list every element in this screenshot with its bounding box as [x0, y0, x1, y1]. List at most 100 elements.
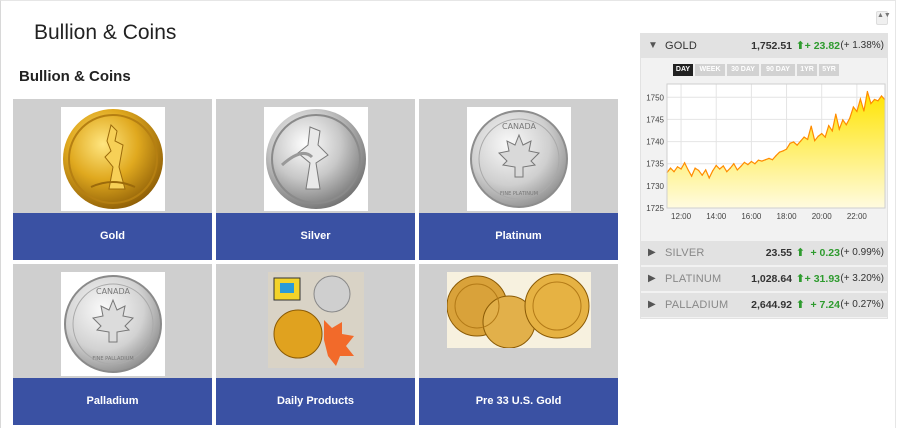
tile-daily-products[interactable]: Daily Products	[216, 264, 415, 425]
range-button-5yr[interactable]: 5YR	[819, 64, 839, 76]
price-point	[733, 163, 735, 165]
metal-name: GOLD	[665, 40, 697, 52]
price-point	[673, 171, 675, 173]
price-point	[849, 117, 851, 119]
price-point	[719, 168, 721, 170]
price-point	[852, 106, 854, 108]
metal-name: PALLADIUM	[665, 299, 729, 311]
price-point	[691, 175, 693, 177]
price-point	[726, 171, 728, 173]
expand-triangle-icon: ▶	[648, 299, 656, 310]
price-point	[736, 169, 738, 171]
tile-platinum[interactable]: CANADA FINE PLATINUM Platinum	[419, 99, 618, 260]
metal-row-platinum[interactable]: ▶ PLATINUM 1,028.64 ⬆ + 31.93 (+ 3.20%)	[641, 267, 887, 291]
price-point	[676, 166, 679, 168]
page-title: Bullion & Coins	[34, 21, 177, 44]
price-point	[782, 150, 784, 152]
tile-label: Silver	[216, 213, 415, 260]
up-arrow-icon: ⬆	[795, 247, 805, 259]
section-title: Bullion & Coins	[19, 68, 131, 85]
price-point	[757, 159, 760, 161]
tile-label: Gold	[13, 213, 212, 260]
price-point	[838, 128, 840, 130]
metal-change-percent: (+ 3.20%)	[840, 273, 884, 284]
x-tick-label: 22:00	[847, 212, 868, 221]
tile-silver[interactable]: Silver	[216, 99, 415, 260]
metal-price: 1,752.51	[751, 40, 792, 52]
price-point	[715, 164, 717, 167]
tile-gold[interactable]: Gold	[13, 99, 212, 260]
platinum-maple-leaf-coin-image: CANADA FINE PLATINUM	[466, 107, 571, 211]
price-point	[880, 95, 883, 97]
price-point	[768, 157, 770, 159]
x-tick-label: 16:00	[741, 212, 762, 221]
y-tick-label: 1740	[646, 138, 664, 147]
tile-palladium[interactable]: CANADA FINE PALLADIUM Palladium	[13, 264, 212, 425]
range-button-90day[interactable]: 90 DAY	[761, 64, 795, 76]
metal-change-percent: (+ 0.27%)	[840, 299, 884, 310]
x-tick-label: 20:00	[812, 212, 833, 221]
coin-text: CANADA	[95, 287, 130, 296]
metal-row-gold[interactable]: ▼ GOLD 1,752.51 ⬆ + 23.82 (+ 1.38%)	[641, 34, 887, 58]
price-point	[856, 110, 858, 113]
price-point	[708, 177, 710, 179]
price-point	[810, 125, 812, 127]
price-point	[859, 98, 861, 100]
price-point	[835, 113, 837, 115]
price-point	[814, 140, 816, 142]
range-button-week[interactable]: WEEK	[695, 64, 725, 76]
metal-change: + 23.82	[804, 40, 840, 52]
expand-triangle-icon: ▶	[648, 247, 656, 258]
price-point	[705, 169, 707, 171]
up-arrow-icon: ⬆	[795, 40, 805, 52]
price-point	[680, 168, 682, 170]
silver-eagle-coin-image	[263, 107, 368, 211]
metal-change-percent: (+ 0.99%)	[840, 247, 884, 258]
price-point	[722, 165, 724, 167]
y-tick-label: 1735	[646, 160, 664, 169]
metal-price: 23.55	[765, 247, 792, 259]
price-point	[743, 161, 745, 163]
range-button-day[interactable]: DAY	[673, 64, 693, 76]
price-point	[842, 119, 844, 121]
metal-change: + 0.23	[810, 247, 841, 259]
price-point	[750, 160, 752, 163]
coin-text: FINE PLATINUM	[499, 191, 537, 197]
up-arrow-icon: ⬆	[795, 299, 805, 311]
range-button-30day[interactable]: 30 DAY	[727, 64, 759, 76]
metal-change: + 7.24	[810, 299, 841, 311]
pre33-gold-coins-image	[446, 272, 591, 348]
price-point	[669, 167, 672, 169]
x-tick-label: 14:00	[706, 212, 727, 221]
y-tick-label: 1745	[646, 115, 664, 124]
price-point	[683, 162, 686, 164]
price-point	[754, 163, 756, 165]
price-point	[785, 148, 788, 150]
tile-label: Palladium	[13, 378, 212, 425]
price-point	[761, 160, 763, 162]
price-point	[828, 125, 830, 127]
price-point	[698, 169, 700, 171]
range-button-1yr[interactable]: 1YR	[797, 64, 817, 76]
price-point	[831, 130, 833, 132]
coin-text: FINE PALLADIUM	[92, 356, 133, 362]
tile-label: Platinum	[419, 213, 618, 260]
price-point	[800, 140, 802, 142]
scroll-arrows-icon[interactable]: ▲▼	[876, 11, 891, 25]
tile-pre33-gold[interactable]: Pre 33 U.S. Gold	[419, 264, 618, 425]
metal-name: PLATINUM	[665, 273, 722, 285]
price-point	[747, 164, 749, 166]
price-point	[694, 167, 696, 169]
price-point	[778, 151, 781, 153]
metal-row-palladium[interactable]: ▶ PALLADIUM 2,644.92 ⬆ + 7.24 (+ 0.27%)	[641, 293, 887, 317]
price-point	[807, 138, 809, 140]
metal-change: + 31.93	[804, 273, 840, 285]
spot-price-widget: ▼ GOLD 1,752.51 ⬆ + 23.82 (+ 1.38%) DAY …	[640, 33, 888, 319]
price-point	[863, 110, 865, 112]
metal-row-silver[interactable]: ▶ SILVER 23.55 ⬆ + 0.23 (+ 0.99%)	[641, 241, 887, 265]
price-point	[877, 100, 879, 102]
price-point	[740, 165, 742, 167]
palladium-maple-leaf-coin-image: CANADA FINE PALLADIUM	[60, 272, 165, 376]
metal-price: 2,644.92	[751, 299, 792, 311]
y-tick-label: 1750	[646, 93, 664, 102]
